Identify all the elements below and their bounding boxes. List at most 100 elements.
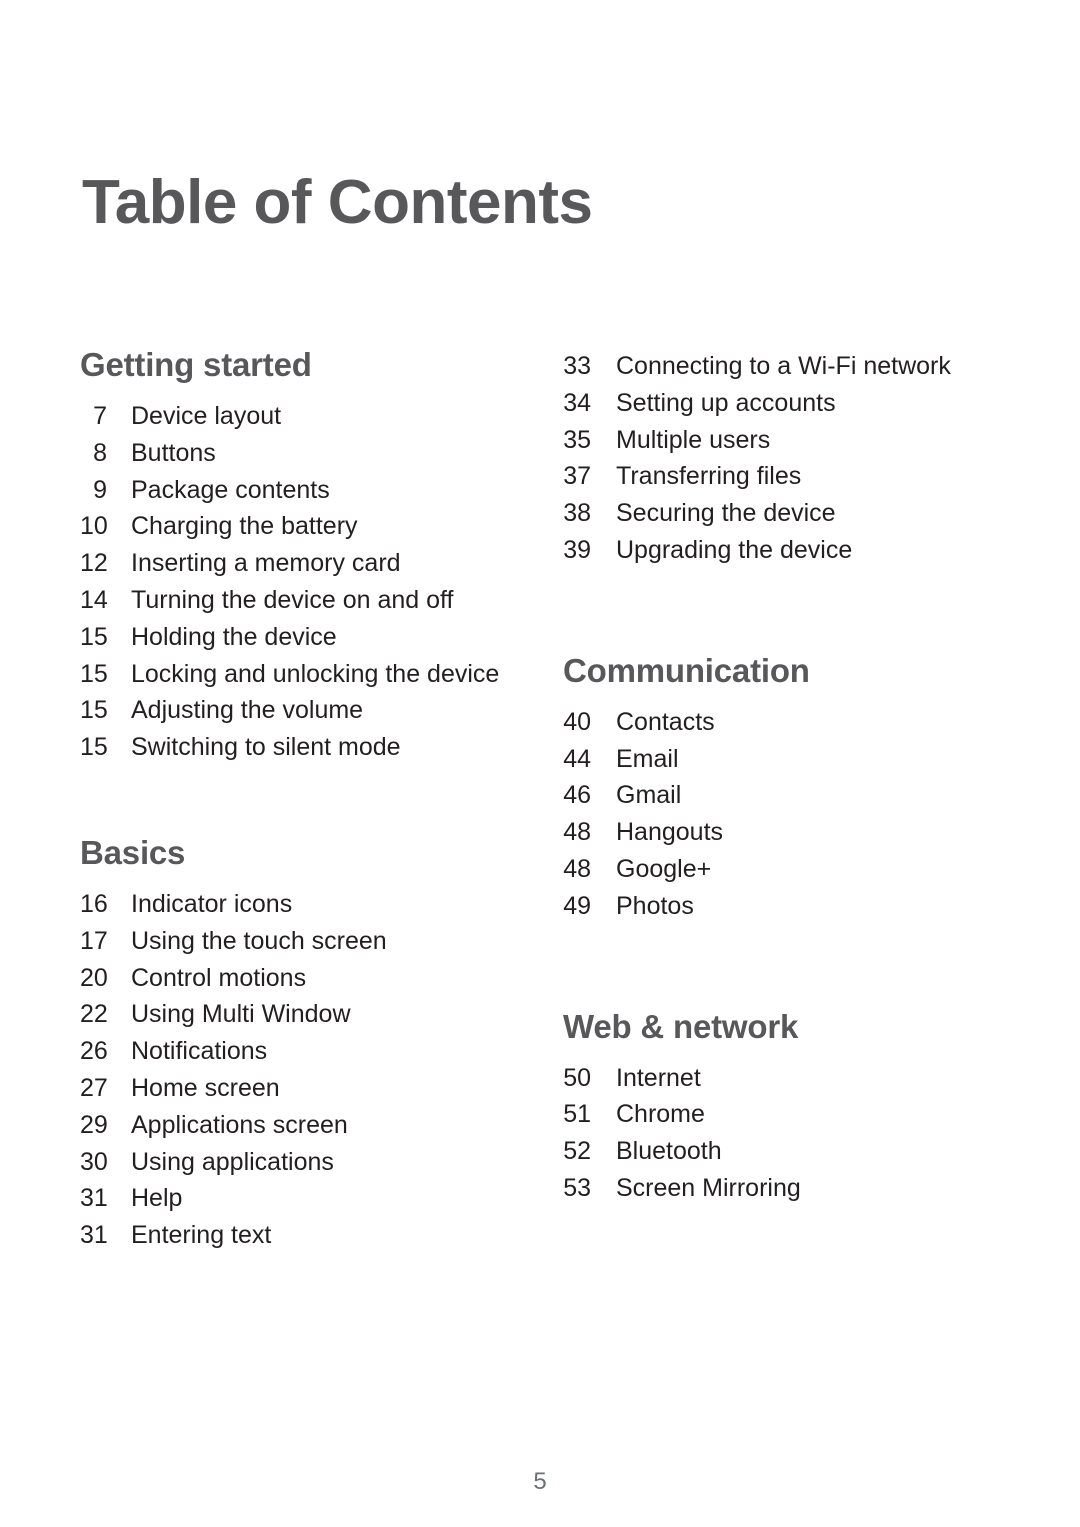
toc-entry[interactable]: 40 Contacts xyxy=(563,704,1013,741)
toc-entry-label: Google+ xyxy=(616,854,712,883)
section-heading-getting-started: Getting started xyxy=(80,346,312,383)
toc-entry-page: 51 xyxy=(563,1100,591,1129)
toc-entry-label: Email xyxy=(616,744,679,773)
toc-entry[interactable]: 12 Inserting a memory card xyxy=(80,545,520,582)
toc-entry[interactable]: 34 Setting up accounts xyxy=(563,385,1013,422)
toc-entry-label: Multiple users xyxy=(616,425,771,454)
toc-entry-label: Locking and unlocking the device xyxy=(131,659,500,688)
toc-entry[interactable]: 33 Connecting to a Wi-Fi network xyxy=(563,348,1013,385)
toc-entry-page: 16 xyxy=(80,889,108,918)
toc-entry-label: Adjusting the volume xyxy=(131,696,364,725)
toc-entry-label: Buttons xyxy=(131,438,216,467)
toc-entry-label: Screen Mirroring xyxy=(616,1173,801,1202)
toc-entry-label: Bluetooth xyxy=(616,1137,722,1166)
toc-entry[interactable]: 37 Transferring files xyxy=(563,458,1013,495)
toc-entry-label: Help xyxy=(131,1184,183,1213)
toc-entry-label: Indicator icons xyxy=(131,889,293,918)
toc-entry-label: Transferring files xyxy=(616,462,802,491)
toc-entry-page: 26 xyxy=(80,1037,108,1066)
toc-entry-label: Notifications xyxy=(131,1037,268,1066)
toc-entry-label: Charging the battery xyxy=(131,512,358,541)
toc-entry-page: 15 xyxy=(80,659,108,688)
toc-entry[interactable]: 49 Photos xyxy=(563,888,1013,925)
toc-entry-page: 29 xyxy=(80,1110,108,1139)
toc-entry-label: Using applications xyxy=(131,1147,334,1176)
toc-list-basics-continued: 33 Connecting to a Wi-Fi network 34 Sett… xyxy=(563,348,1013,569)
toc-entry-label: Gmail xyxy=(616,781,682,810)
toc-entry-page: 17 xyxy=(80,926,108,955)
toc-entry[interactable]: 29 Applications screen xyxy=(80,1107,520,1144)
toc-entry-page: 15 xyxy=(80,733,108,762)
page-title: Table of Contents xyxy=(82,167,593,237)
toc-entry-page: 14 xyxy=(80,585,108,614)
toc-right-column: 33 Connecting to a Wi-Fi network 34 Sett… xyxy=(563,348,1013,1207)
toc-entry[interactable]: 30 Using applications xyxy=(80,1144,520,1181)
toc-entry-page: 31 xyxy=(80,1221,108,1250)
toc-entry[interactable]: 52 Bluetooth xyxy=(563,1133,1013,1170)
toc-entry[interactable]: 46 Gmail xyxy=(563,777,1013,814)
toc-entry[interactable]: 31 Help xyxy=(80,1180,520,1217)
section-heading-basics: Basics xyxy=(80,833,186,871)
toc-entry[interactable]: 10 Charging the battery xyxy=(80,508,520,545)
toc-entry-page: 10 xyxy=(80,512,108,541)
toc-entry-label: Chrome xyxy=(616,1100,705,1129)
toc-entry[interactable]: 51 Chrome xyxy=(563,1096,1013,1133)
toc-entry-page: 12 xyxy=(80,549,108,578)
toc-entry-label: Securing the device xyxy=(616,499,836,528)
toc-entry-page: 37 xyxy=(563,462,591,491)
toc-entry[interactable]: 48 Google+ xyxy=(563,851,1013,888)
toc-entry-page: 35 xyxy=(563,425,591,454)
toc-entry-page: 38 xyxy=(563,499,591,528)
toc-entry-label: Upgrading the device xyxy=(616,535,853,564)
toc-entry[interactable]: 38 Securing the device xyxy=(563,495,1013,532)
toc-entry-label: Hangouts xyxy=(616,818,724,847)
toc-entry-label: Turning the device on and off xyxy=(131,585,454,614)
toc-entry[interactable]: 20 Control motions xyxy=(80,960,520,997)
toc-entry[interactable]: 22 Using Multi Window xyxy=(80,996,520,1033)
toc-list-getting-started: 7 Device layout 8 Buttons 9 Package cont… xyxy=(80,398,520,766)
toc-entry[interactable]: 35 Multiple users xyxy=(563,422,1013,459)
toc-entry[interactable]: 50 Internet xyxy=(563,1060,1013,1097)
toc-entry[interactable]: 48 Hangouts xyxy=(563,814,1013,851)
toc-entry[interactable]: 8 Buttons xyxy=(80,435,520,472)
section-heading-communication: Communication xyxy=(563,651,810,689)
toc-entry-page: 39 xyxy=(563,535,591,564)
toc-entry[interactable]: 9 Package contents xyxy=(80,472,520,509)
section-heading-web-network: Web & network xyxy=(563,1007,799,1045)
toc-entry-label: Internet xyxy=(616,1063,701,1092)
toc-section-communication: Communication 40 Contacts 44 Email 46 Gm… xyxy=(563,654,1013,925)
toc-entry-page: 52 xyxy=(563,1137,591,1166)
toc-entry-label: Using the touch screen xyxy=(131,926,387,955)
toc-entry[interactable]: 15 Holding the device xyxy=(80,619,520,656)
toc-entry-label: Entering text xyxy=(131,1221,272,1250)
toc-entry[interactable]: 14 Turning the device on and off xyxy=(80,582,520,619)
toc-entry-page: 49 xyxy=(563,891,591,920)
toc-entry-page: 44 xyxy=(563,744,591,773)
toc-entry[interactable]: 7 Device layout xyxy=(80,398,520,435)
toc-list-basics: 16 Indicator icons 17 Using the touch sc… xyxy=(80,886,520,1254)
toc-entry[interactable]: 31 Entering text xyxy=(80,1217,520,1254)
toc-entry-label: Using Multi Window xyxy=(131,1000,351,1029)
toc-section-basics: Basics 16 Indicator icons 17 Using the t… xyxy=(80,836,520,1254)
toc-entry-page: 50 xyxy=(563,1063,591,1092)
toc-entry[interactable]: 26 Notifications xyxy=(80,1033,520,1070)
toc-entry[interactable]: 15 Adjusting the volume xyxy=(80,692,520,729)
toc-entry-page: 20 xyxy=(80,963,108,992)
toc-entry[interactable]: 17 Using the touch screen xyxy=(80,923,520,960)
toc-entry[interactable]: 15 Switching to silent mode xyxy=(80,729,520,766)
toc-entry-label: Applications screen xyxy=(131,1110,348,1139)
toc-entry-page: 7 xyxy=(93,402,107,430)
toc-entry-page: 48 xyxy=(563,818,591,847)
toc-section-web-network: Web & network 50 Internet 51 Chrome 52 B… xyxy=(563,1010,1013,1207)
toc-entry[interactable]: 39 Upgrading the device xyxy=(563,532,1013,569)
toc-entry[interactable]: 15 Locking and unlocking the device xyxy=(80,656,520,693)
toc-entry-label: Switching to silent mode xyxy=(131,733,401,762)
toc-entry[interactable]: 53 Screen Mirroring xyxy=(563,1170,1013,1207)
toc-entry[interactable]: 16 Indicator icons xyxy=(80,886,520,923)
toc-entry-page: 8 xyxy=(93,438,107,467)
toc-entry[interactable]: 27 Home screen xyxy=(80,1070,520,1107)
toc-entry-label: Photos xyxy=(616,891,694,920)
toc-left-column: Getting started 7 Device layout 8 Button… xyxy=(80,348,520,1254)
toc-entry[interactable]: 44 Email xyxy=(563,741,1013,778)
toc-entry-label: Device layout xyxy=(131,402,282,430)
